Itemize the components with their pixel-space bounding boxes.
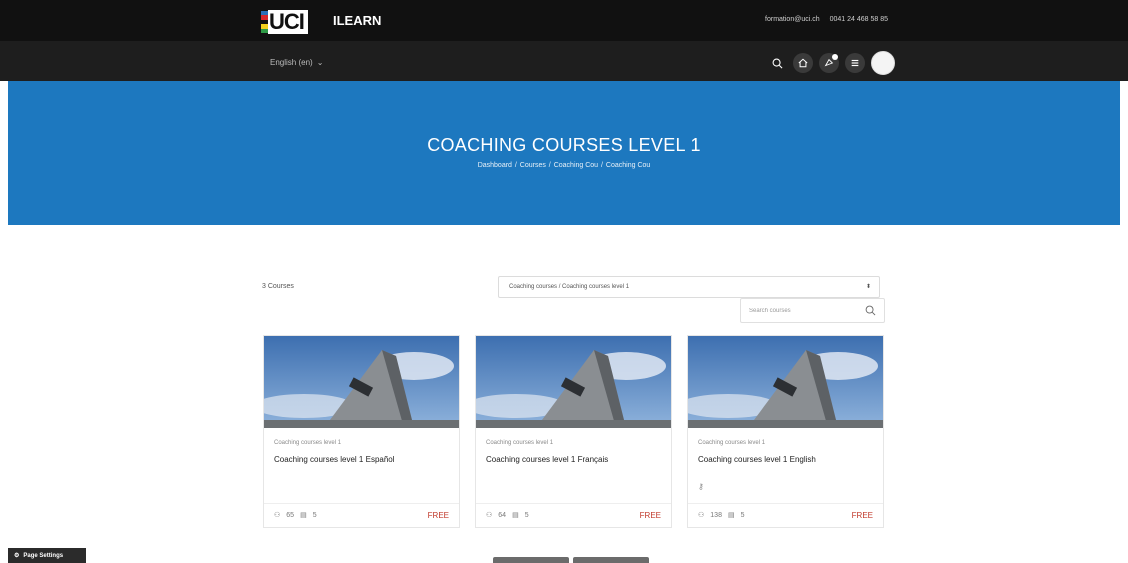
language-label: English (en) [270, 58, 313, 67]
select-arrows-icon: ⬍ [865, 284, 871, 290]
brand-name: ILEARN [333, 13, 382, 28]
navbar [0, 41, 1128, 81]
breadcrumb: Dashboard / Courses / Coaching Cou / Coa… [477, 162, 651, 169]
course-footer: ⚇ 65 ▤ 5 FREE [264, 503, 459, 527]
search-input[interactable] [749, 299, 859, 323]
course-price: FREE [639, 511, 661, 520]
lessons-icon: ▤ [727, 512, 735, 519]
uci-logo[interactable]: UCI [261, 10, 308, 34]
language-selector[interactable]: English (en) ⌄ [270, 58, 323, 67]
contact-email[interactable]: formation@uci.ch [765, 16, 820, 23]
contact-phone[interactable]: 0041 24 468 58 85 [830, 16, 888, 23]
course-meta: ⚇ 64 ▤ 5 [486, 511, 529, 520]
breadcrumb-dashboard[interactable]: Dashboard [478, 162, 512, 169]
lessons-icon: ▤ [300, 512, 307, 519]
course-footer: ⚇ 64 ▤ 5 FREE [476, 503, 671, 527]
search-icon[interactable] [767, 53, 787, 73]
participants-icon: ⚇ [486, 512, 493, 519]
course-card[interactable]: Coaching courses level 1 Coaching course… [263, 335, 460, 528]
breadcrumb-courses[interactable]: Courses [520, 162, 546, 169]
page-title: COACHING COURSES LEVEL 1 [427, 135, 701, 155]
participants-count: 64 [498, 511, 507, 519]
course-image[interactable] [476, 336, 671, 428]
course-footer: ⚇ 138 ▤ 5 FREE [688, 503, 883, 527]
rainbow-stripes [261, 11, 268, 34]
course-category: Coaching courses level 1 [274, 440, 342, 446]
logo-text: UCI [268, 10, 308, 34]
user-avatar[interactable] [871, 51, 895, 75]
course-meta: ⚇ 138 ▤ 5 [698, 511, 745, 520]
page-settings-label: Page Settings [23, 552, 64, 559]
course-card[interactable]: Coaching courses level 1 Coaching course… [687, 335, 884, 528]
participants-icon: ⚇ [274, 512, 281, 519]
lessons-count: 5 [312, 511, 317, 519]
chevron-down-icon: ⌄ [316, 58, 324, 67]
participants-count: 65 [286, 511, 295, 519]
course-title[interactable]: Coaching courses level 1 Français [486, 455, 608, 464]
notifications-icon[interactable] [819, 53, 839, 73]
top-bar [0, 0, 1128, 41]
course-search[interactable] [740, 298, 885, 323]
participants-icon: ⚇ [698, 512, 705, 519]
home-icon[interactable] [793, 53, 813, 73]
pagination-button-next[interactable] [573, 557, 649, 563]
course-category: Coaching courses level 1 [486, 440, 554, 446]
notification-badge [832, 54, 838, 60]
course-title[interactable]: Coaching courses level 1 Español [274, 455, 395, 464]
course-price: FREE [427, 511, 449, 520]
nav-icons [767, 51, 895, 75]
course-image[interactable] [688, 336, 883, 428]
key-icon: ⚷ [698, 482, 704, 491]
gear-icon: ⚙ [14, 553, 20, 559]
lessons-count: 5 [740, 511, 745, 519]
course-meta: ⚇ 65 ▤ 5 [274, 511, 317, 520]
contact-info: formation@uci.ch 0041 24 468 58 85 [765, 16, 888, 23]
course-price: FREE [851, 511, 873, 520]
course-image[interactable] [264, 336, 459, 428]
page-header-banner: COACHING COURSES LEVEL 1 Dashboard / Cou… [8, 81, 1120, 225]
breadcrumb-coaching-1[interactable]: Coaching Cou [554, 162, 598, 169]
lessons-count: 5 [524, 511, 529, 519]
page-settings-button[interactable]: ⚙ Page Settings [8, 548, 86, 563]
breadcrumb-coaching-2[interactable]: Coaching Cou [606, 162, 650, 169]
course-category: Coaching courses level 1 [698, 440, 766, 446]
course-title[interactable]: Coaching courses level 1 English [698, 455, 816, 464]
category-select[interactable]: Coaching courses / Coaching courses leve… [498, 276, 880, 298]
pagination-button-prev[interactable] [493, 557, 569, 563]
course-count: 3 Courses [262, 283, 294, 290]
participants-count: 138 [710, 511, 722, 519]
menu-icon[interactable] [845, 53, 865, 73]
lessons-icon: ▤ [512, 512, 519, 519]
category-select-value: Coaching courses / Coaching courses leve… [509, 284, 630, 290]
search-icon[interactable] [865, 305, 876, 316]
course-card[interactable]: Coaching courses level 1 Coaching course… [475, 335, 672, 528]
